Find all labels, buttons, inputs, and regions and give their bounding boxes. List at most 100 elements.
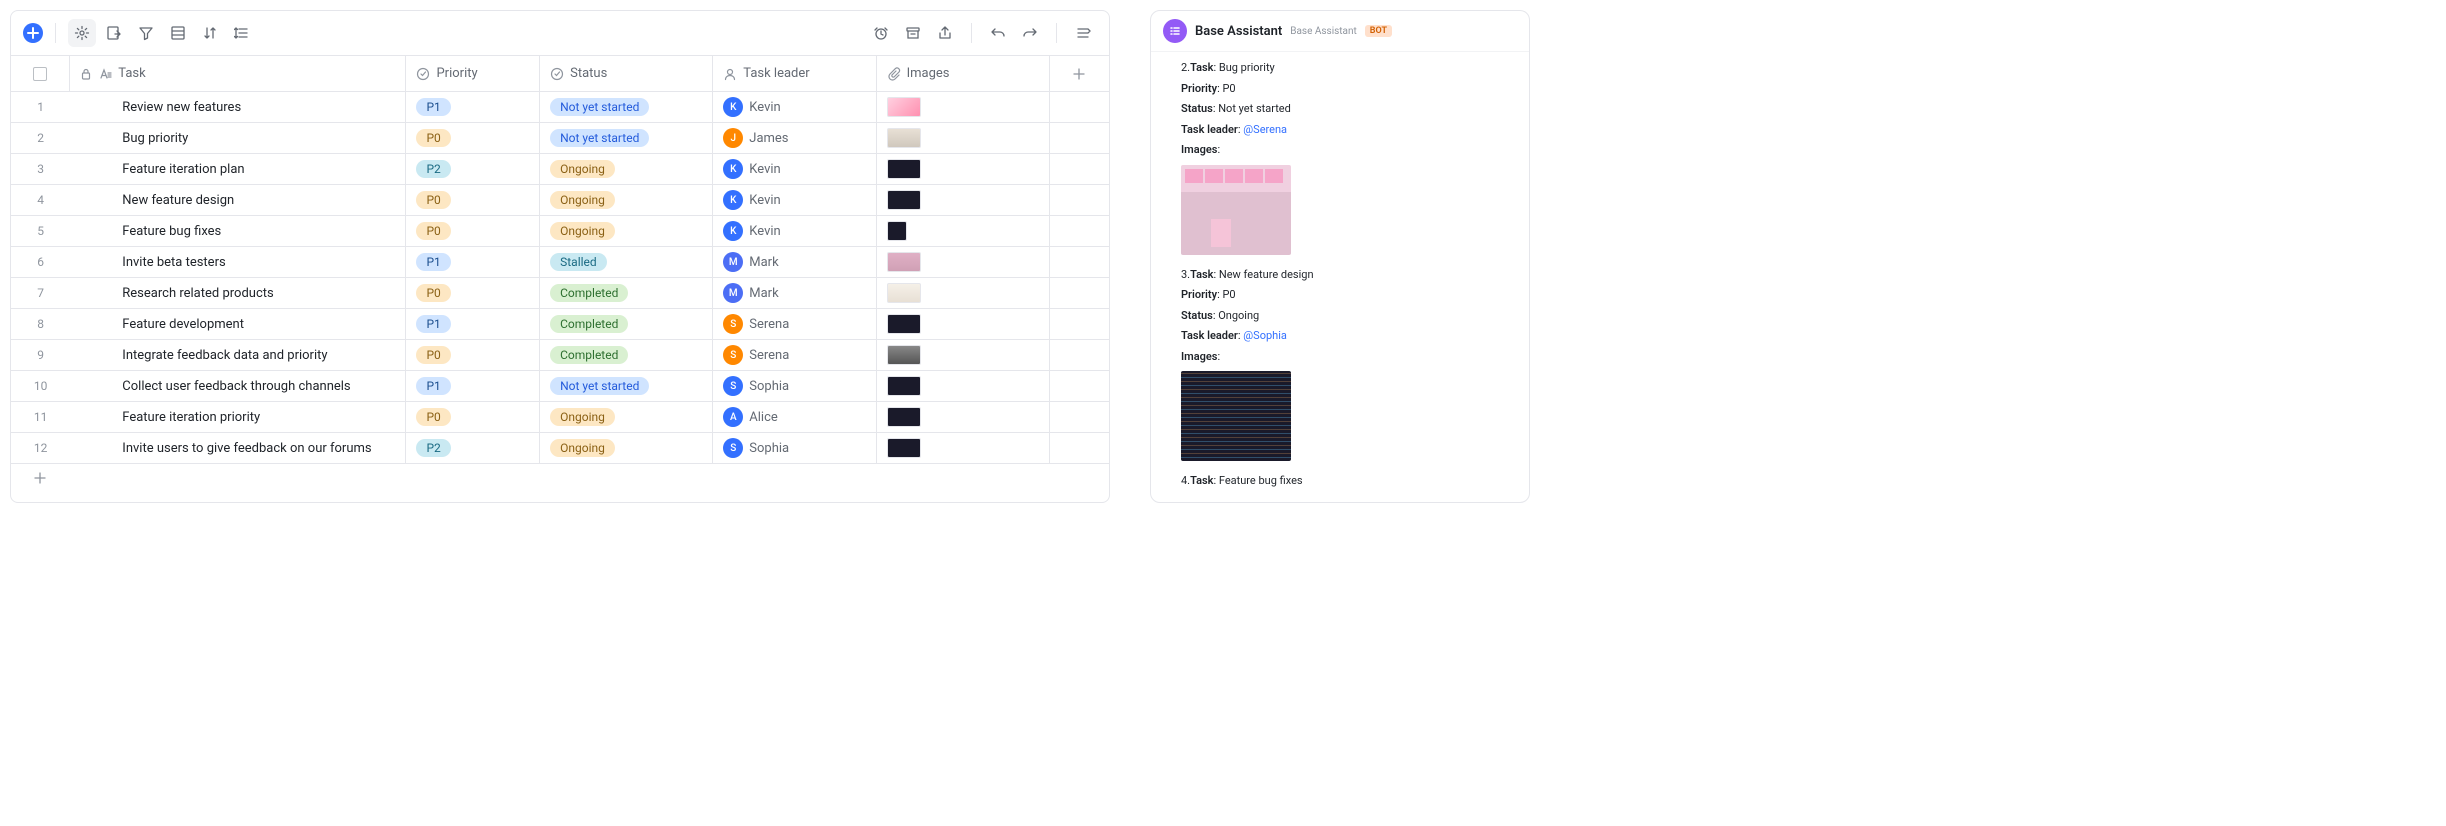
cell-priority[interactable]: P0 — [406, 278, 540, 308]
cell-leader[interactable]: KKevin — [713, 185, 876, 215]
cell-task[interactable]: Invite users to give feedback on our for… — [70, 433, 406, 463]
cell-task[interactable]: Collect user feedback through channels — [70, 371, 406, 401]
cell-task[interactable]: Integrate feedback data and priority — [70, 340, 406, 370]
cell-task[interactable]: Feature development — [70, 309, 406, 339]
table-row[interactable]: 3Feature iteration planP2OngoingKKevin — [11, 154, 1109, 185]
cell-images[interactable] — [877, 340, 1050, 370]
image-thumbnail[interactable] — [887, 97, 921, 117]
reminder-icon[interactable] — [867, 19, 895, 47]
table-row[interactable]: 8Feature developmentP1CompletedSSerena — [11, 309, 1109, 340]
cell-leader[interactable]: KKevin — [713, 154, 876, 184]
cell-priority[interactable]: P2 — [406, 154, 540, 184]
table-row[interactable]: 9Integrate feedback data and priorityP0C… — [11, 340, 1109, 371]
group-icon[interactable] — [164, 19, 192, 47]
cell-images[interactable] — [877, 185, 1050, 215]
cell-leader[interactable]: SSerena — [713, 340, 876, 370]
column-priority[interactable]: Priority — [406, 56, 540, 91]
add-column-button[interactable] — [1050, 56, 1109, 91]
sort-icon[interactable] — [196, 19, 224, 47]
cell-images[interactable] — [877, 154, 1050, 184]
cell-leader[interactable]: AAlice — [713, 402, 876, 432]
add-row-button[interactable] — [11, 464, 1109, 492]
gear-icon[interactable] — [68, 19, 96, 47]
cell-priority[interactable]: P0 — [406, 402, 540, 432]
mention-link[interactable]: @Sophia — [1243, 329, 1287, 342]
cell-leader[interactable]: MMark — [713, 278, 876, 308]
cell-images[interactable] — [877, 433, 1050, 463]
cell-task[interactable]: Feature iteration plan — [70, 154, 406, 184]
table-row[interactable]: 11Feature iteration priorityP0OngoingAAl… — [11, 402, 1109, 433]
redo-icon[interactable] — [1016, 19, 1044, 47]
cell-images[interactable] — [877, 216, 1050, 246]
image-thumbnail[interactable] — [887, 376, 921, 396]
cell-task[interactable]: Invite beta testers — [70, 247, 406, 277]
cell-images[interactable] — [877, 92, 1050, 122]
cell-status[interactable]: Completed — [540, 278, 713, 308]
mention-link[interactable]: @Serena — [1243, 123, 1287, 136]
cell-priority[interactable]: P0 — [406, 185, 540, 215]
cell-leader[interactable]: JJames — [713, 123, 876, 153]
cell-leader[interactable]: KKevin — [713, 92, 876, 122]
cell-leader[interactable]: SSophia — [713, 433, 876, 463]
column-task[interactable]: Task — [70, 56, 406, 91]
collapse-icon[interactable] — [1069, 19, 1097, 47]
cell-task[interactable]: New feature design — [70, 185, 406, 215]
cell-leader[interactable]: MMark — [713, 247, 876, 277]
table-row[interactable]: 12Invite users to give feedback on our f… — [11, 433, 1109, 464]
column-status[interactable]: Status — [540, 56, 713, 91]
image-thumbnail[interactable] — [887, 159, 921, 179]
cell-priority[interactable]: P2 — [406, 433, 540, 463]
add-button[interactable] — [23, 23, 43, 43]
image-thumbnail[interactable] — [887, 190, 921, 210]
cell-images[interactable] — [877, 371, 1050, 401]
image-thumbnail[interactable] — [887, 438, 921, 458]
cell-status[interactable]: Not yet started — [540, 92, 713, 122]
cell-task[interactable]: Bug priority — [70, 123, 406, 153]
table-row[interactable]: 2Bug priorityP0Not yet startedJJames — [11, 123, 1109, 154]
share-icon[interactable] — [931, 19, 959, 47]
image-thumbnail[interactable] — [887, 283, 921, 303]
cell-status[interactable]: Ongoing — [540, 154, 713, 184]
image-thumbnail[interactable] — [887, 345, 921, 365]
table-row[interactable]: 7Research related productsP0CompletedMMa… — [11, 278, 1109, 309]
cell-leader[interactable]: SSerena — [713, 309, 876, 339]
image-thumbnail[interactable] — [887, 407, 921, 427]
cell-priority[interactable]: P0 — [406, 123, 540, 153]
cell-status[interactable]: Completed — [540, 309, 713, 339]
cell-priority[interactable]: P0 — [406, 216, 540, 246]
cell-priority[interactable]: P1 — [406, 371, 540, 401]
table-row[interactable]: 5Feature bug fixesP0OngoingKKevin — [11, 216, 1109, 247]
column-leader[interactable]: Task leader — [713, 56, 876, 91]
insert-icon[interactable] — [100, 19, 128, 47]
cell-priority[interactable]: P1 — [406, 309, 540, 339]
cell-priority[interactable]: P1 — [406, 92, 540, 122]
cell-status[interactable]: Stalled — [540, 247, 713, 277]
cell-status[interactable]: Completed — [540, 340, 713, 370]
cell-images[interactable] — [877, 247, 1050, 277]
image-thumbnail[interactable] — [887, 128, 921, 148]
table-row[interactable]: 10Collect user feedback through channels… — [11, 371, 1109, 402]
archive-icon[interactable] — [899, 19, 927, 47]
image-thumbnail[interactable] — [887, 252, 921, 272]
cell-status[interactable]: Not yet started — [540, 123, 713, 153]
cell-task[interactable]: Review new features — [70, 92, 406, 122]
cell-leader[interactable]: SSophia — [713, 371, 876, 401]
cell-status[interactable]: Ongoing — [540, 216, 713, 246]
cell-images[interactable] — [877, 402, 1050, 432]
cell-status[interactable]: Ongoing — [540, 185, 713, 215]
cell-images[interactable] — [877, 278, 1050, 308]
cell-priority[interactable]: P1 — [406, 247, 540, 277]
cell-leader[interactable]: KKevin — [713, 216, 876, 246]
cell-priority[interactable]: P0 — [406, 340, 540, 370]
cell-status[interactable]: Not yet started — [540, 371, 713, 401]
table-row[interactable]: 6Invite beta testersP1StalledMMark — [11, 247, 1109, 278]
undo-icon[interactable] — [984, 19, 1012, 47]
cell-task[interactable]: Research related products — [70, 278, 406, 308]
cell-status[interactable]: Ongoing — [540, 402, 713, 432]
assistant-image[interactable] — [1181, 371, 1291, 461]
cell-images[interactable] — [877, 123, 1050, 153]
cell-status[interactable]: Ongoing — [540, 433, 713, 463]
filter-icon[interactable] — [132, 19, 160, 47]
image-thumbnail[interactable] — [887, 314, 921, 334]
cell-images[interactable] — [877, 309, 1050, 339]
